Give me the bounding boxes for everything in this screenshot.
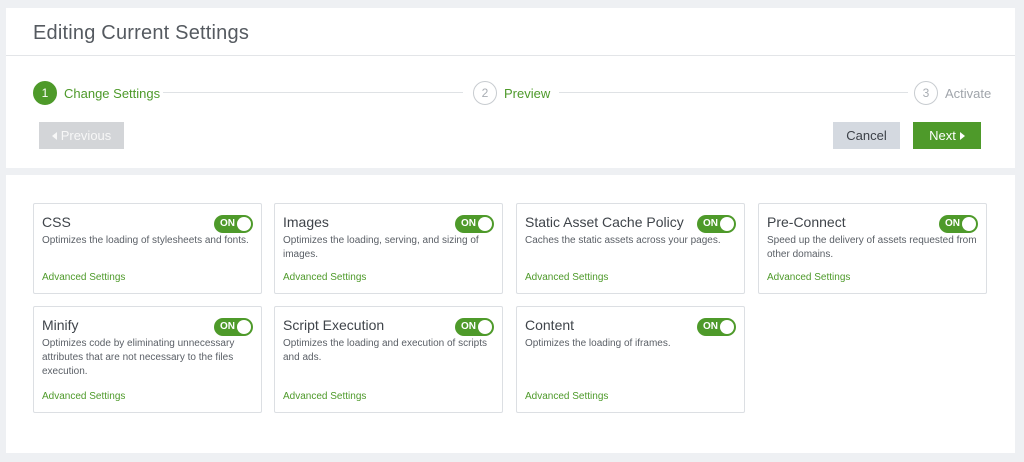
toggle-state: ON (220, 321, 235, 332)
toggle-knob (237, 320, 251, 334)
advanced-settings-link[interactable]: Advanced Settings (525, 272, 608, 283)
step-connector-2 (559, 92, 908, 93)
step-number-2: 2 (473, 81, 497, 105)
card-title: CSS (42, 214, 71, 230)
step-label-preview: Preview (504, 85, 551, 101)
step-label-change-settings: Change Settings (64, 85, 161, 101)
caret-left-icon (51, 131, 57, 140)
settings-cards-panel: CSS ON Optimizes the loading of styleshe… (6, 175, 1015, 453)
next-button[interactable]: Next (913, 122, 981, 149)
title-divider (6, 55, 1015, 56)
step-label-activate: Activate (945, 85, 992, 101)
advanced-settings-link[interactable]: Advanced Settings (42, 391, 125, 402)
toggle-state: ON (220, 218, 235, 229)
images-toggle[interactable]: ON (455, 215, 494, 233)
previous-button[interactable]: Previous (39, 122, 124, 149)
card-content: Content ON Optimizes the loading of ifra… (516, 306, 745, 413)
card-description: Optimizes the loading of iframes. (525, 338, 671, 349)
cancel-button[interactable]: Cancel (833, 122, 900, 149)
toggle-state: ON (461, 321, 476, 332)
step-preview[interactable]: 2 Preview (473, 80, 550, 106)
settings-header-panel: Editing Current Settings 1 Change Settin… (6, 8, 1015, 168)
toggle-knob (478, 217, 492, 231)
cancel-label: Cancel (846, 128, 887, 143)
caret-right-icon (959, 131, 965, 140)
content-toggle[interactable]: ON (697, 318, 736, 336)
toggle-knob (962, 217, 976, 231)
previous-label: Previous (60, 128, 112, 143)
toggle-state: ON (945, 218, 960, 229)
card-title: Static Asset Cache Policy (525, 214, 684, 230)
card-description: Optimizes the loading, serving, and sizi… (283, 235, 479, 260)
card-title: Minify (42, 317, 79, 333)
card-title: Content (525, 317, 575, 333)
card-description: Speed up the delivery of assets requeste… (767, 235, 977, 260)
card-css: CSS ON Optimizes the loading of styleshe… (33, 203, 262, 294)
script-execution-toggle[interactable]: ON (455, 318, 494, 336)
card-minify: Minify ON Optimizes code by eliminating … (33, 306, 262, 413)
css-toggle[interactable]: ON (214, 215, 253, 233)
pre-connect-toggle[interactable]: ON (939, 215, 978, 233)
card-script-execution: Script Execution ON Optimizes the loadin… (274, 306, 503, 413)
toggle-state: ON (461, 218, 476, 229)
advanced-settings-link[interactable]: Advanced Settings (525, 391, 608, 402)
step-number-1: 1 (33, 81, 57, 105)
step-connector-1 (163, 92, 463, 93)
card-description: Optimizes the loading and execution of s… (283, 338, 487, 363)
card-images: Images ON Optimizes the loading, serving… (274, 203, 503, 294)
card-title: Pre-Connect (767, 214, 846, 230)
card-description: Optimizes code by eliminating unnecessar… (42, 338, 235, 377)
toggle-knob (720, 217, 734, 231)
minify-toggle[interactable]: ON (214, 318, 253, 336)
step-number-3: 3 (914, 81, 938, 105)
static-asset-cache-toggle[interactable]: ON (697, 215, 736, 233)
page-title: Editing Current Settings (33, 22, 250, 44)
advanced-settings-link[interactable]: Advanced Settings (767, 272, 850, 283)
card-title: Images (283, 214, 329, 230)
advanced-settings-link[interactable]: Advanced Settings (283, 391, 366, 402)
step-change-settings[interactable]: 1 Change Settings (33, 80, 160, 106)
toggle-state: ON (703, 218, 718, 229)
toggle-knob (237, 217, 251, 231)
advanced-settings-link[interactable]: Advanced Settings (283, 272, 366, 283)
card-description: Caches the static assets across your pag… (525, 235, 721, 246)
step-activate[interactable]: 3 Activate (914, 80, 991, 106)
card-description: Optimizes the loading of stylesheets and… (42, 235, 249, 246)
next-label: Next (929, 128, 956, 143)
card-title: Script Execution (283, 317, 385, 333)
toggle-state: ON (703, 321, 718, 332)
wizard-stepper: 1 Change Settings 2 Preview 3 Activate (6, 80, 1015, 106)
card-pre-connect: Pre-Connect ON Speed up the delivery of … (758, 203, 987, 294)
toggle-knob (720, 320, 734, 334)
advanced-settings-link[interactable]: Advanced Settings (42, 272, 125, 283)
card-static-asset-cache-policy: Static Asset Cache Policy ON Caches the … (516, 203, 745, 294)
toggle-knob (478, 320, 492, 334)
